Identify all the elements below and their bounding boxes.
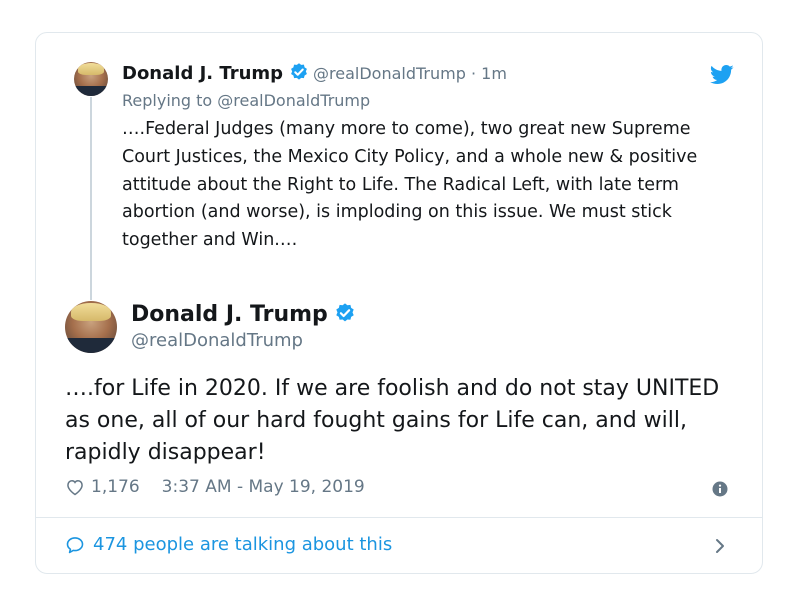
chevron-right-icon[interactable] bbox=[713, 536, 727, 556]
card-body bbox=[35, 32, 763, 574]
footer-divider bbox=[35, 517, 763, 518]
conversation-link[interactable]: 474 people are talking about this bbox=[65, 534, 392, 555]
speech-bubble-icon bbox=[66, 536, 84, 553]
talking-about-label: 474 people are talking about this bbox=[93, 534, 393, 555]
